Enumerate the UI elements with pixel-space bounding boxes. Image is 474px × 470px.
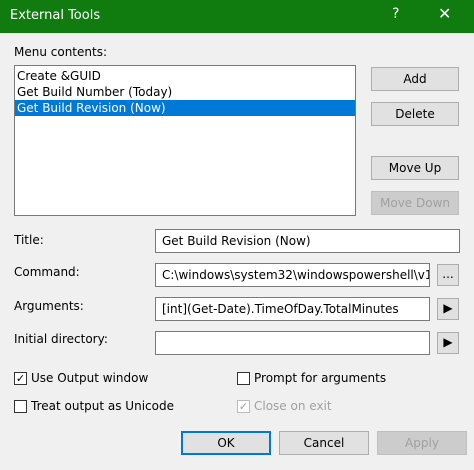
title-field[interactable]: Get Build Revision (Now) [155, 229, 460, 253]
play-arrow-icon: ▶ [443, 335, 453, 349]
list-item-create-guid[interactable]: Create &GUID [15, 68, 355, 84]
use-output-window-checkbox[interactable]: ✓ [14, 372, 27, 385]
delete-button[interactable]: Delete [371, 102, 459, 126]
command-field[interactable]: C:\windows\system32\windowspowershell\v1… [155, 263, 430, 287]
window-title: External Tools [10, 8, 101, 23]
prompt-for-arguments-checkbox[interactable] [237, 372, 250, 385]
browse-button[interactable]: ... [437, 264, 459, 286]
play-arrow-icon: ▶ [443, 301, 453, 315]
menu-contents-label: Menu contents: [14, 45, 107, 59]
move-up-button[interactable]: Move Up [371, 156, 459, 180]
add-button[interactable]: Add [371, 67, 459, 91]
move-down-button[interactable]: Move Down [371, 191, 459, 215]
initial-directory-label: Initial directory: [14, 332, 108, 346]
title-label: Title: [14, 233, 44, 247]
treat-output-unicode-label: Treat output as Unicode [31, 399, 174, 413]
treat-output-unicode-checkbox[interactable] [14, 400, 27, 413]
arguments-field[interactable]: [int](Get-Date).TimeOfDay.TotalMinutes [155, 297, 430, 321]
list-item-build-number[interactable]: Get Build Number (Today) [15, 84, 355, 100]
list-item-build-revision[interactable]: Get Build Revision (Now) [15, 100, 355, 116]
cancel-button[interactable]: Cancel [279, 431, 369, 455]
menu-contents-list[interactable]: Create &GUID Get Build Number (Today) Ge… [14, 65, 356, 216]
close-icon[interactable]: ✕ [438, 4, 451, 23]
initial-directory-field[interactable] [155, 331, 430, 355]
arguments-menu-button[interactable]: ▶ [437, 298, 459, 320]
close-on-exit-label: Close on exit [254, 399, 332, 413]
command-label: Command: [14, 265, 80, 279]
use-output-window-label: Use Output window [31, 371, 149, 385]
initial-directory-menu-button[interactable]: ▶ [437, 332, 459, 354]
help-icon[interactable]: ? [392, 6, 399, 22]
arguments-label: Arguments: [14, 299, 84, 313]
apply-button[interactable]: Apply [377, 431, 467, 455]
ok-button[interactable]: OK [181, 431, 271, 455]
close-on-exit-checkbox[interactable]: ✓ [237, 400, 250, 413]
title-bar: External Tools ? ✕ [0, 0, 474, 33]
prompt-for-arguments-label: Prompt for arguments [254, 371, 387, 385]
